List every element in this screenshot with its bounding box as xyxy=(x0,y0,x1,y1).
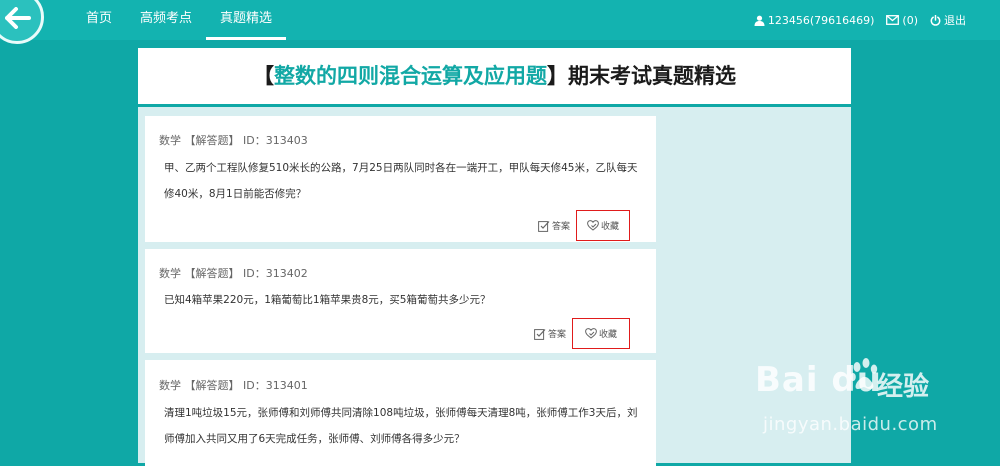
question-meta: 数学 【解答题】 ID：313403 xyxy=(159,134,308,147)
user-account[interactable]: 123456(79616469) xyxy=(754,13,875,27)
question-actions: 答案 收藏 xyxy=(538,210,630,241)
question-meta: 数学 【解答题】 ID：313402 xyxy=(159,267,308,280)
paw-logo-icon xyxy=(850,358,878,389)
user-account-label: 123456(79616469) xyxy=(767,13,875,27)
top-navigation-bar: 首页 高频考点 真题精选 123456(79616469) (0) 退出 xyxy=(0,0,1000,44)
title-bracket-open: 【 xyxy=(253,64,274,88)
messages-link[interactable]: (0) xyxy=(886,14,918,27)
baidu-jingyan-watermark: Bai du 经验 jingyan.baidu.com xyxy=(755,352,995,452)
power-icon xyxy=(930,14,941,26)
title-highlight: 整数的四则混合运算及应用题 xyxy=(274,64,547,88)
question-text: 已知4箱苹果220元，1箱葡萄比1箱苹果贵8元，买5箱葡萄共多少元？ xyxy=(164,294,491,306)
answer-label: 答案 xyxy=(547,330,566,340)
heart-icon xyxy=(587,220,599,231)
main-nav: 首页 高频考点 真题精选 xyxy=(72,0,287,40)
back-button[interactable] xyxy=(0,0,44,44)
answer-icon xyxy=(538,220,550,232)
heart-icon xyxy=(585,328,597,339)
question-meta: 数学 【解答题】 ID：313401 xyxy=(159,379,308,392)
nav-item-hot-topics[interactable]: 高频考点 xyxy=(126,0,206,40)
messages-count: (0) xyxy=(902,13,918,27)
title-bracket-close: 】 xyxy=(547,64,568,88)
question-actions: 答案 收藏 xyxy=(534,318,630,349)
question-card: 数学 【解答题】 ID：313403 甲、乙两个工程队修复510米长的公路，7月… xyxy=(145,116,656,242)
watermark-url: jingyan.baidu.com xyxy=(763,414,938,435)
favorite-button[interactable]: 收藏 xyxy=(575,210,630,241)
nav-item-home[interactable]: 首页 xyxy=(72,0,126,40)
arrow-left-icon xyxy=(5,7,31,29)
question-list: 数学 【解答题】 ID：313403 甲、乙两个工程队修复510米长的公路，7月… xyxy=(138,104,851,466)
favorite-label: 收藏 xyxy=(600,222,619,232)
watermark-product: 经验 xyxy=(877,372,930,402)
title-suffix: 期末考试真题精选 xyxy=(568,64,736,88)
answer-label: 答案 xyxy=(551,222,570,232)
favorite-label: 收藏 xyxy=(598,330,617,340)
page-title: 【整数的四则混合运算及应用题】期末考试真题精选 xyxy=(138,48,851,104)
question-card: 数学 【解答题】 ID：313402 已知4箱苹果220元，1箱葡萄比1箱苹果贵… xyxy=(145,249,656,353)
mail-icon xyxy=(886,15,900,25)
answer-button[interactable]: 答案 xyxy=(534,327,566,340)
favorite-button[interactable]: 收藏 xyxy=(571,318,630,349)
user-area: 123456(79616469) (0) 退出 xyxy=(754,0,966,40)
nav-item-selected-exams[interactable]: 真题精选 xyxy=(206,0,287,40)
question-text: 清理1吨垃圾15元，张师傅和刘师傅共同清除108吨垃圾，张师傅每天清理8吨，张师… xyxy=(164,407,638,445)
answer-button[interactable]: 答案 xyxy=(538,219,570,232)
question-text: 甲、乙两个工程队修复510米长的公路，7月25日两队同时各在一端开工，甲队每天修… xyxy=(164,162,638,200)
user-icon xyxy=(754,15,765,26)
answer-icon xyxy=(534,328,546,340)
logout-label: 退出 xyxy=(944,14,966,27)
logout-link[interactable]: 退出 xyxy=(930,12,966,28)
question-card: 数学 【解答题】 ID：313401 清理1吨垃圾15元，张师傅和刘师傅共同清除… xyxy=(145,360,656,466)
